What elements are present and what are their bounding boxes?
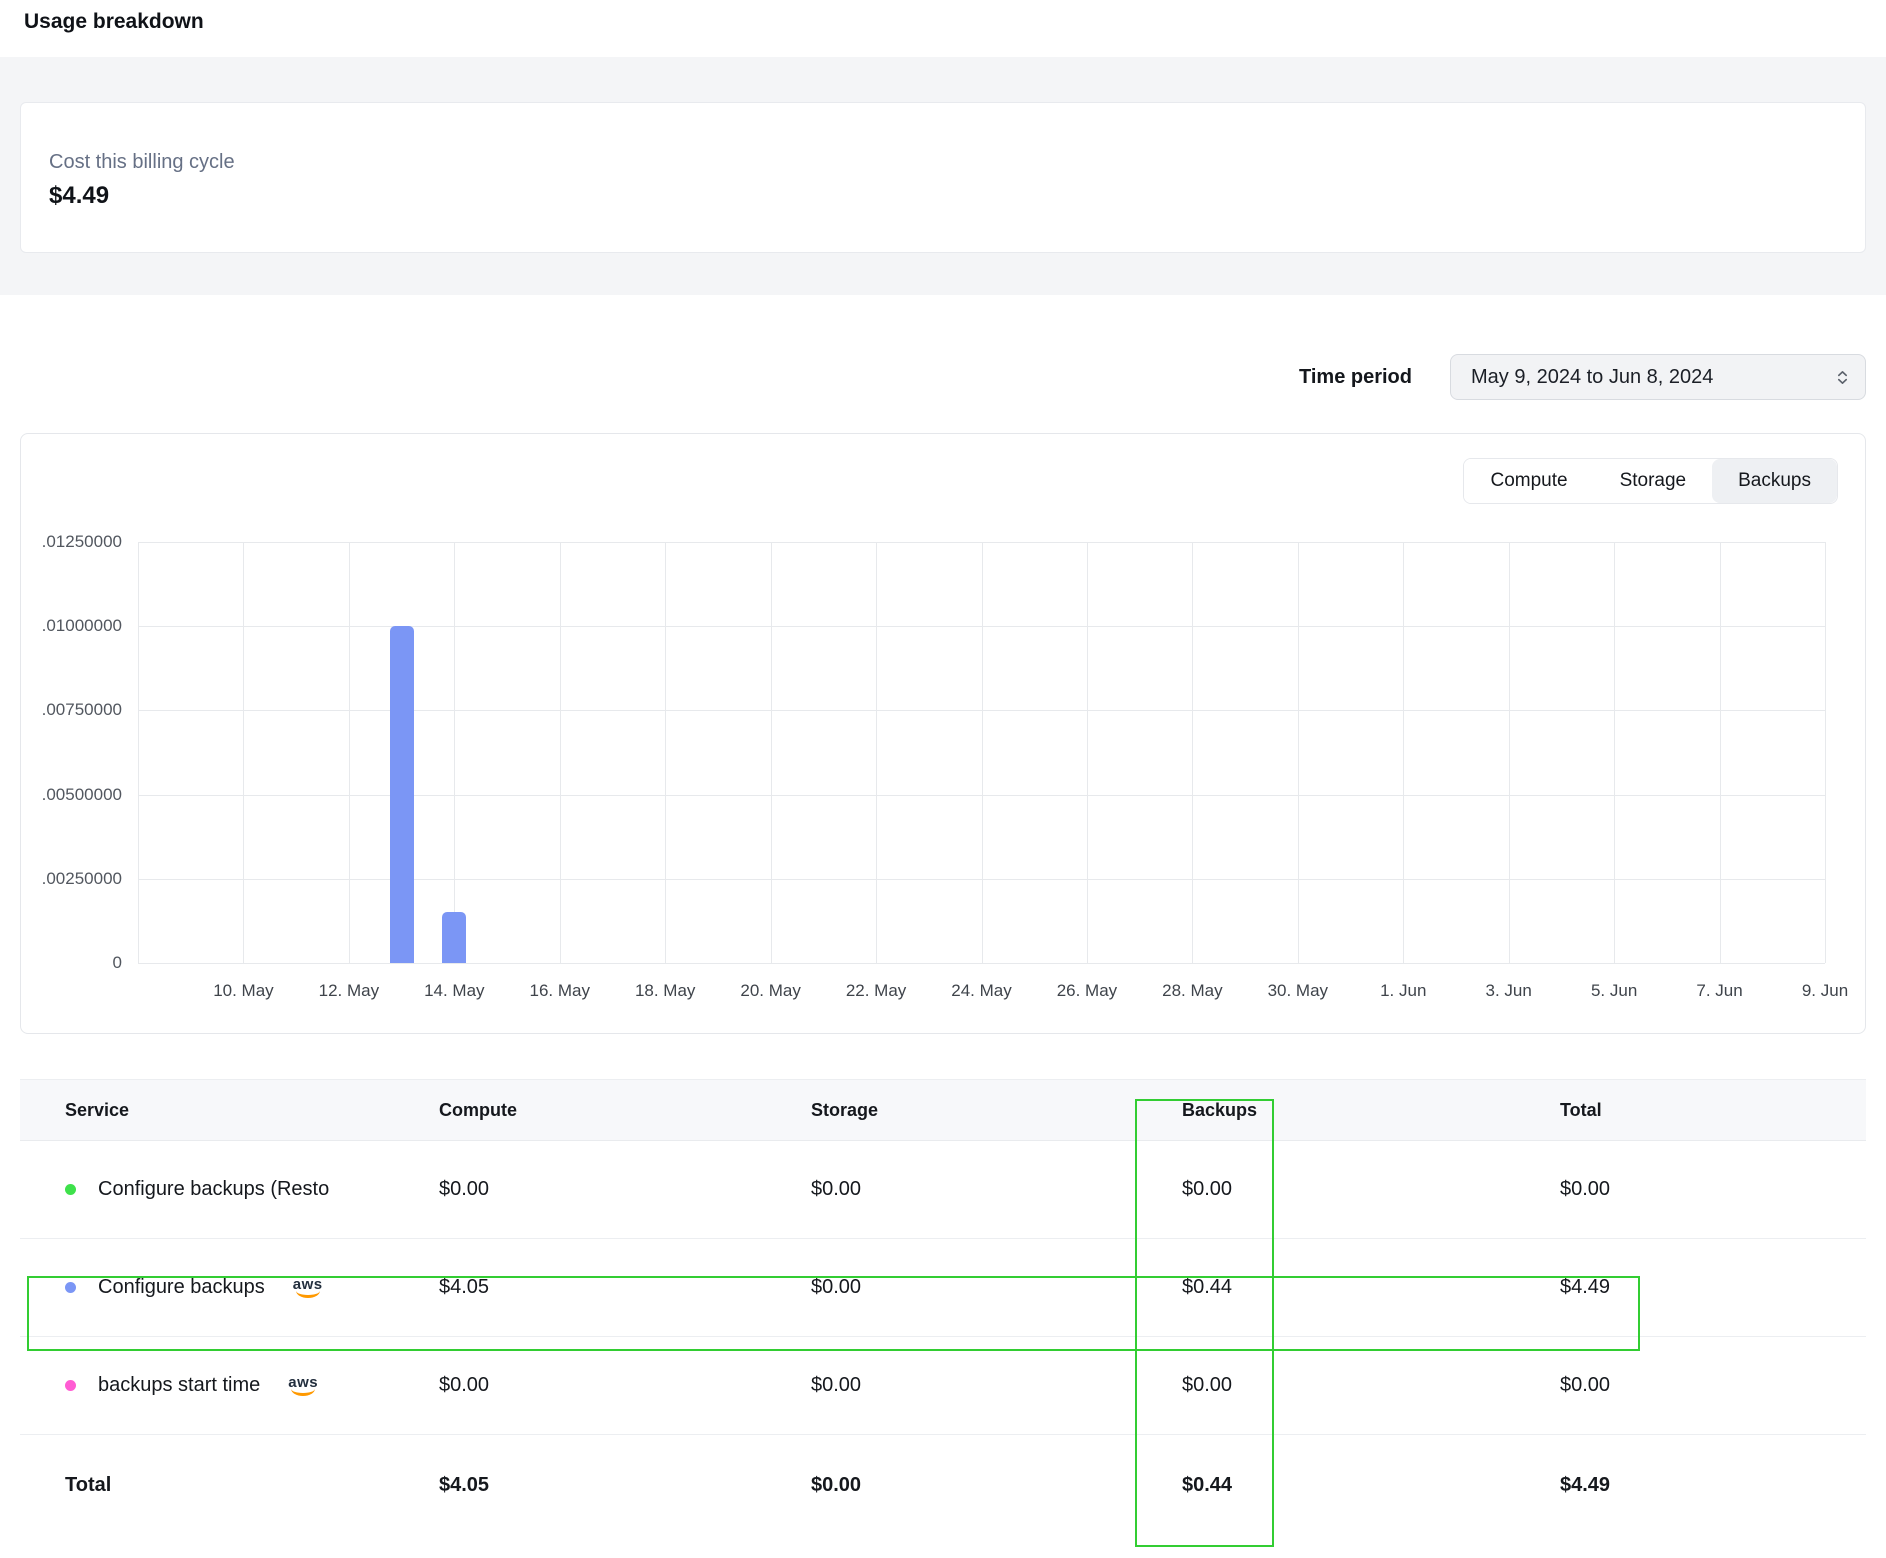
total-value: $0.00 <box>1560 1178 1866 1201</box>
table-row-backups-start-time[interactable]: backups start time aws $0.00 $0.00 $0.00… <box>20 1337 1866 1435</box>
time-period-select[interactable]: May 9, 2024 to Jun 8, 2024 <box>1450 354 1866 400</box>
table-header-row: Service Compute Storage Backups Total <box>20 1080 1866 1141</box>
y-axis-tick-label: .01000000 <box>42 616 122 636</box>
series-dot <box>65 1380 76 1391</box>
series-dot <box>65 1282 76 1293</box>
col-header-service: Service <box>65 1100 439 1121</box>
series-dot <box>65 1184 76 1195</box>
chevron-updown-icon <box>1834 369 1851 386</box>
x-axis-tick-label: 26. May <box>1057 981 1117 1001</box>
y-axis-tick-label: .01250000 <box>42 532 122 552</box>
total-row-label: Total <box>65 1474 439 1497</box>
table-row-configure-backups[interactable]: Configure backups aws $4.05 $0.00 $0.44 … <box>20 1239 1866 1337</box>
x-axis-tick-label: 12. May <box>319 981 379 1001</box>
usage-table: Service Compute Storage Backups Total Co… <box>20 1079 1866 1535</box>
col-header-compute: Compute <box>439 1100 811 1121</box>
x-axis-tick-label: 5. Jun <box>1591 981 1637 1001</box>
time-period-label: Time period <box>1299 366 1412 389</box>
x-gridline <box>982 542 983 963</box>
x-gridline <box>454 542 455 963</box>
x-gridline <box>560 542 561 963</box>
total-value: $0.00 <box>1560 1374 1866 1397</box>
aws-logo: aws <box>293 1277 323 1298</box>
x-gridline <box>771 542 772 963</box>
x-axis-tick-label: 18. May <box>635 981 695 1001</box>
backups-total: $0.44 <box>1182 1474 1560 1497</box>
y-gridline <box>138 963 1825 964</box>
x-gridline <box>1614 542 1615 963</box>
x-axis-tick-label: 24. May <box>951 981 1011 1001</box>
tab-compute[interactable]: Compute <box>1464 459 1593 503</box>
aws-smile-arc <box>291 1388 315 1396</box>
chart-bar[interactable] <box>390 626 414 963</box>
x-axis-tick-label: 28. May <box>1162 981 1222 1001</box>
tab-storage[interactable]: Storage <box>1594 459 1713 503</box>
cost-cycle-value: $4.49 <box>49 182 1837 210</box>
table-total-row: Total $4.05 $0.00 $0.44 $4.49 <box>20 1435 1866 1535</box>
x-axis-tick-label: 10. May <box>213 981 273 1001</box>
cost-cycle-label: Cost this billing cycle <box>49 151 1837 174</box>
col-header-total: Total <box>1560 1100 1866 1121</box>
storage-total: $0.00 <box>811 1474 1182 1497</box>
service-cell: backups start time aws <box>65 1374 439 1397</box>
x-gridline <box>243 542 244 963</box>
compute-value: $0.00 <box>439 1178 811 1201</box>
service-name: Configure backups <box>98 1276 265 1299</box>
cost-card: Cost this billing cycle $4.49 <box>20 102 1866 253</box>
col-header-storage: Storage <box>811 1100 1182 1121</box>
storage-value: $0.00 <box>811 1374 1182 1397</box>
time-period-value: May 9, 2024 to Jun 8, 2024 <box>1471 366 1713 389</box>
x-axis-tick-label: 7. Jun <box>1696 981 1742 1001</box>
backups-value: $0.00 <box>1182 1178 1560 1201</box>
service-name: backups start time <box>98 1374 260 1397</box>
chart-metric-tabs: Compute Storage Backups <box>1463 458 1838 504</box>
service-cell: Configure backups aws <box>65 1276 439 1299</box>
storage-value: $0.00 <box>811 1178 1182 1201</box>
usage-chart-card: Compute Storage Backups .01250000.010000… <box>20 433 1866 1034</box>
x-axis-tick-label: 22. May <box>846 981 906 1001</box>
x-gridline <box>1825 542 1826 963</box>
grand-total: $4.49 <box>1560 1474 1866 1497</box>
table-row-configure-backups-restored[interactable]: Configure backups (Resto $0.00 $0.00 $0.… <box>20 1141 1866 1239</box>
col-header-backups: Backups <box>1182 1100 1560 1121</box>
cost-band: Cost this billing cycle $4.49 <box>0 57 1886 295</box>
x-axis-tick-label: 1. Jun <box>1380 981 1426 1001</box>
x-gridline <box>1192 542 1193 963</box>
compute-total: $4.05 <box>439 1474 811 1497</box>
x-axis-tick-label: 16. May <box>530 981 590 1001</box>
x-axis-tick-label: 9. Jun <box>1802 981 1848 1001</box>
tab-backups[interactable]: Backups <box>1712 459 1837 503</box>
x-axis-tick-label: 3. Jun <box>1486 981 1532 1001</box>
aws-smile-arc <box>296 1290 320 1298</box>
service-name: Configure backups (Resto <box>98 1178 329 1201</box>
chart-bar[interactable] <box>442 912 466 963</box>
x-gridline <box>876 542 877 963</box>
aws-logo: aws <box>288 1375 318 1396</box>
y-axis-tick-label: .00500000 <box>42 785 122 805</box>
x-gridline <box>1087 542 1088 963</box>
x-axis-tick-label: 30. May <box>1268 981 1328 1001</box>
compute-value: $4.05 <box>439 1276 811 1299</box>
x-gridline <box>1720 542 1721 963</box>
total-value: $4.49 <box>1560 1276 1866 1299</box>
x-gridline <box>138 542 139 963</box>
y-axis-tick-label: 0 <box>113 953 122 973</box>
x-axis-tick-label: 20. May <box>740 981 800 1001</box>
x-gridline <box>1403 542 1404 963</box>
backups-value: $0.44 <box>1182 1276 1560 1299</box>
x-axis-tick-label: 14. May <box>424 981 484 1001</box>
x-gridline <box>1509 542 1510 963</box>
x-gridline <box>665 542 666 963</box>
service-cell: Configure backups (Resto <box>65 1178 439 1201</box>
time-period-row: Time period May 9, 2024 to Jun 8, 2024 <box>20 354 1866 400</box>
x-gridline <box>349 542 350 963</box>
page-title: Usage breakdown <box>24 10 1886 34</box>
backups-value: $0.00 <box>1182 1374 1560 1397</box>
chart-plot-area: .01250000.01000000.00750000.00500000.002… <box>138 542 1825 963</box>
y-axis-tick-label: .00750000 <box>42 700 122 720</box>
compute-value: $0.00 <box>439 1374 811 1397</box>
y-axis-tick-label: .00250000 <box>42 869 122 889</box>
storage-value: $0.00 <box>811 1276 1182 1299</box>
x-gridline <box>1298 542 1299 963</box>
